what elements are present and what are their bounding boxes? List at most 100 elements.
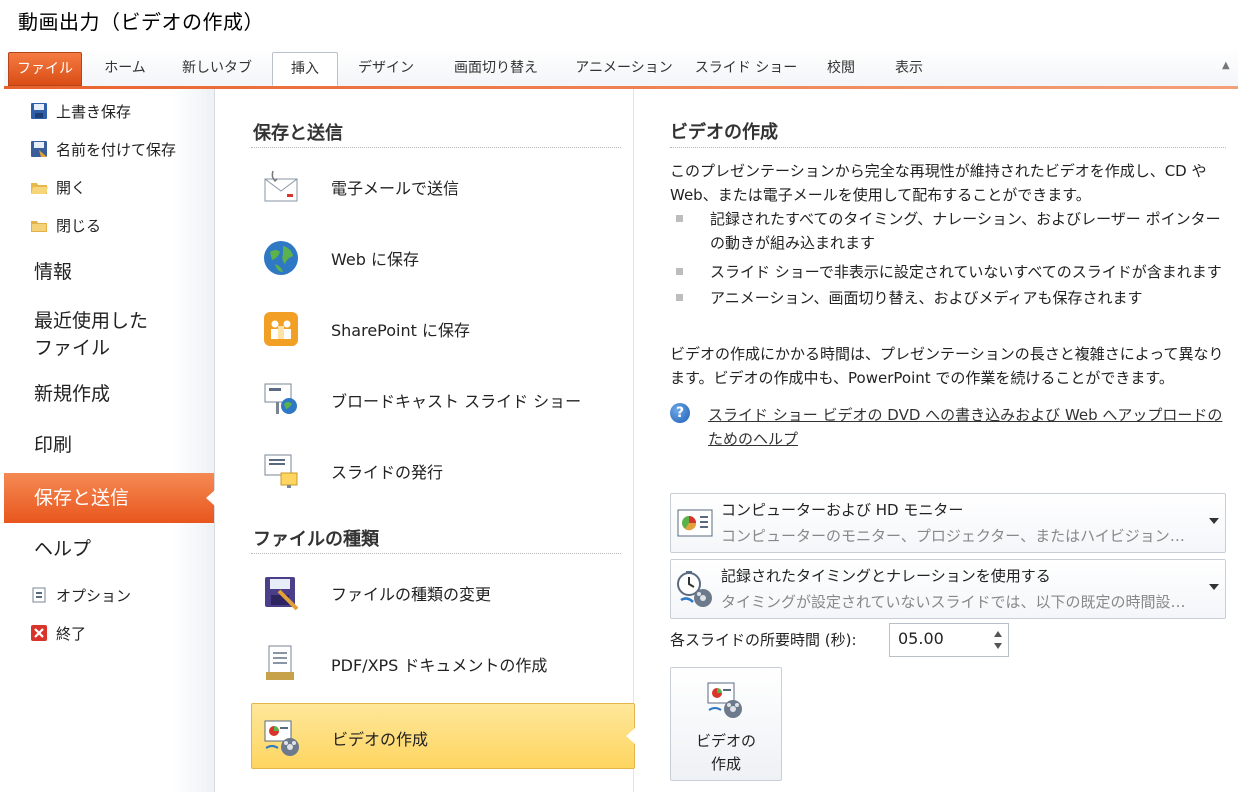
option-send-email-label: 電子メールで送信 (331, 179, 460, 198)
option-create-video-label: ビデオの作成 (332, 730, 429, 749)
options-icon (30, 586, 48, 604)
nav-print[interactable]: 印刷 (34, 432, 72, 459)
nav-save-label: 上書き保存 (56, 103, 132, 121)
nav-options-label: オプション (56, 587, 132, 605)
option-send-email[interactable]: 電子メールで送信 (251, 153, 633, 217)
nav-help[interactable]: ヘルプ (34, 536, 91, 563)
help-question-icon: ? (670, 403, 690, 423)
tab-slideshow[interactable]: スライド ショー (692, 52, 800, 84)
create-video-pane: ビデオの作成 このプレゼンテーションから完全な再現性が維持されたビデオを作成し、… (634, 89, 1238, 792)
tab-new-tab[interactable]: 新しいタブ (174, 52, 260, 84)
chevron-down-icon (1209, 584, 1219, 590)
nav-open[interactable]: 開く (30, 175, 86, 201)
quality-dropdown-subtitle: コンピューターのモニター、プロジェクター、またはハイビジョン表示用… (721, 527, 1199, 545)
timing-dropdown-subtitle: タイミングが設定されていないスライドでは、以下の既定の時間設… (721, 593, 1186, 611)
dvd-web-help-link[interactable]: スライド ショー ビデオの DVD への書き込みおよび Web へアップロードの… (708, 403, 1224, 451)
tab-insert[interactable]: 挿入 (272, 52, 338, 86)
spin-up-arrow-icon[interactable] (994, 631, 1002, 637)
slide-duration-spinner[interactable]: 05.00 (889, 623, 1009, 657)
backstage-nav: 上書き保存 名前を付けて保存 開く 閉じる 情報 最近使用した ファイル 新規作… (4, 89, 215, 792)
floppy-disk-icon (30, 102, 48, 120)
nav-save-send-label: 保存と送信 (34, 487, 130, 509)
option-create-pdf[interactable]: PDF/XPS ドキュメントの作成 (251, 630, 633, 694)
section-divider (251, 553, 621, 554)
timing-dropdown[interactable]: 記録されたタイミングとナレーションを使用する タイミングが設定されていないスライ… (670, 559, 1226, 619)
video-create-icon (262, 718, 302, 758)
option-publish-slides-label: スライドの発行 (331, 463, 444, 482)
close-folder-icon (30, 216, 48, 234)
pdf-document-icon (261, 644, 301, 684)
email-attachment-icon (261, 167, 301, 207)
timing-narration-icon (675, 570, 715, 610)
selection-pointer (206, 490, 215, 506)
nav-recent-line2: ファイル (34, 337, 111, 359)
quality-dropdown[interactable]: コンピューターおよび HD モニター コンピューターのモニター、プロジェクター、… (670, 493, 1226, 553)
nav-new[interactable]: 新規作成 (34, 381, 110, 408)
section-save-send-heading: 保存と送信 (253, 123, 343, 144)
nav-exit[interactable]: 終了 (30, 621, 86, 647)
nav-save[interactable]: 上書き保存 (30, 99, 131, 125)
collapse-ribbon-icon[interactable]: ▲ (1222, 60, 1232, 71)
tab-file[interactable]: ファイル (8, 52, 82, 86)
page-caption: 動画出力（ビデオの作成） (18, 10, 264, 34)
create-video-button-line1: ビデオの (695, 732, 756, 750)
feature-bullet-text: アニメーション、画面切り替え、およびメディアも保存されます (710, 289, 1143, 307)
title-divider (670, 147, 1226, 148)
create-video-button[interactable]: ビデオの 作成 (670, 667, 782, 781)
timing-dropdown-title: 記録されたタイミングとナレーションを使用する (721, 567, 1051, 585)
tab-review[interactable]: 校閲 (816, 52, 866, 84)
chevron-down-icon (1209, 518, 1219, 524)
tab-design[interactable]: デザイン (348, 52, 424, 84)
globe-icon (261, 238, 301, 278)
save-as-icon (30, 140, 48, 158)
quality-dropdown-title: コンピューターおよび HD モニター (721, 501, 964, 519)
nav-exit-label: 終了 (56, 625, 87, 643)
option-broadcast[interactable]: ブロードキャスト スライド ショー (251, 366, 633, 430)
nav-options[interactable]: オプション (30, 583, 131, 609)
option-save-web-label: Web に保存 (331, 250, 419, 269)
option-save-sharepoint[interactable]: SharePoint に保存 (251, 295, 633, 359)
create-video-button-label: ビデオの 作成 (671, 730, 781, 776)
option-change-file-type[interactable]: ファイルの種類の変更 (251, 559, 633, 623)
open-folder-icon (30, 178, 48, 196)
nav-open-label: 開く (56, 179, 87, 197)
slide-duration-label: 各スライドの所要時間 (秒): (670, 631, 857, 649)
feature-bullet-text: 記録されたすべてのタイミング、ナレーション、およびレーザー ポインターの動きが組… (710, 210, 1221, 252)
create-video-button-line2: 作成 (710, 755, 741, 773)
nav-save-as-label: 名前を付けて保存 (56, 141, 177, 159)
tab-transitions[interactable]: 画面切り替え (440, 52, 552, 84)
bullet-square-icon (676, 268, 683, 275)
slide-duration-value[interactable]: 05.00 (898, 629, 944, 648)
nav-save-send[interactable]: 保存と送信 (4, 473, 215, 523)
create-video-description: このプレゼンテーションから完全な再現性が維持されたビデオを作成し、CD や We… (670, 162, 1207, 204)
publish-slides-icon (261, 451, 301, 491)
tab-home[interactable]: ホーム (94, 52, 156, 84)
create-video-title: ビデオの作成 (670, 122, 778, 143)
broadcast-icon (261, 380, 301, 420)
ribbon-tab-strip: ファイル ホーム 新しいタブ 挿入 デザイン 画面切り替え アニメーション スラ… (4, 48, 1238, 87)
nav-close[interactable]: 閉じる (30, 213, 101, 239)
feature-bullet-text: スライド ショーで非表示に設定されていないすべてのスライドが含まれます (710, 263, 1222, 281)
exit-icon (30, 624, 48, 642)
option-save-sharepoint-label: SharePoint に保存 (331, 321, 470, 340)
nav-recent[interactable]: 最近使用した ファイル (34, 308, 148, 362)
option-save-web[interactable]: Web に保存 (251, 224, 633, 288)
spin-down-arrow-icon[interactable] (994, 643, 1002, 649)
option-change-file-type-label: ファイルの種類の変更 (331, 585, 492, 604)
change-file-type-icon (261, 573, 301, 613)
section-file-types-heading: ファイルの種類 (253, 529, 379, 550)
nav-save-as[interactable]: 名前を付けて保存 (30, 137, 176, 163)
nav-recent-line1: 最近使用した (34, 310, 149, 332)
option-publish-slides[interactable]: スライドの発行 (251, 437, 633, 501)
section-divider (251, 147, 621, 148)
option-create-video[interactable]: ビデオの作成 (251, 703, 635, 769)
nav-info[interactable]: 情報 (34, 259, 72, 286)
bullet-square-icon (676, 215, 683, 222)
tab-animations[interactable]: アニメーション (568, 52, 680, 84)
option-broadcast-label: ブロードキャスト スライド ショー (331, 392, 582, 411)
monitor-quality-icon (675, 504, 715, 544)
tab-view[interactable]: 表示 (884, 52, 934, 84)
save-send-options-pane: 保存と送信 電子メールで送信 Web に保存 SharePoint に保存 ブロ… (215, 89, 635, 792)
bullet-square-icon (676, 294, 683, 301)
creation-time-note: ビデオの作成にかかる時間は、プレゼンテーションの長さと複雑さによって異なります。… (670, 345, 1224, 387)
